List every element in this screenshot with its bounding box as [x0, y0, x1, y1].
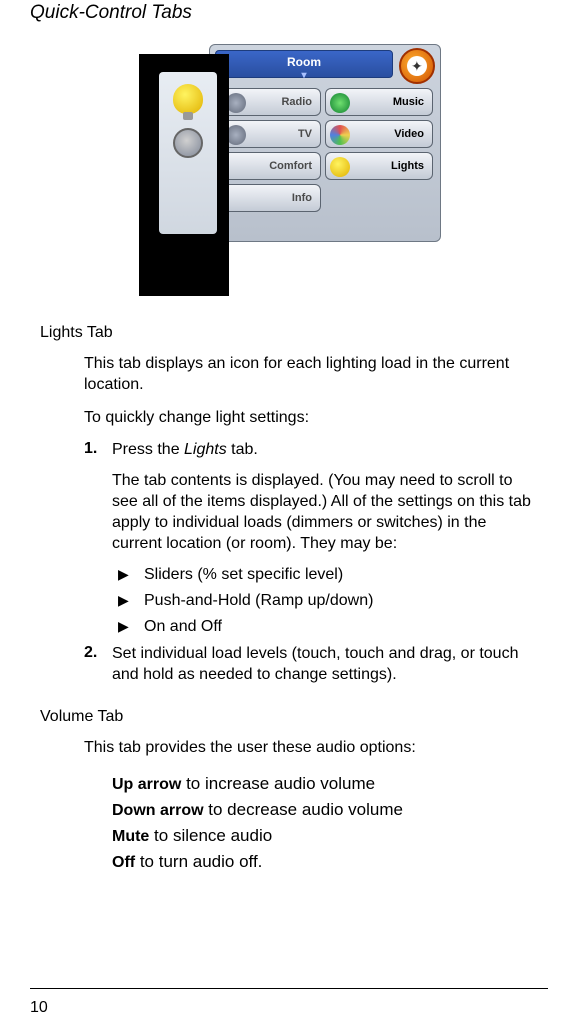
bullet-mark-icon: ▶: [118, 618, 144, 635]
lights-howto: To quickly change light settings:: [84, 408, 538, 429]
radio-button[interactable]: Radio: [221, 88, 321, 116]
step-1-text: Press the Lights tab.: [112, 440, 258, 461]
bulb-small-icon: [330, 157, 350, 177]
info-button[interactable]: Info: [221, 184, 321, 212]
tv-button[interactable]: TV: [221, 120, 321, 148]
step-2-number: 2.: [84, 644, 112, 686]
bullet-2: ▶ Push-and-Hold (Ramp up/down): [118, 592, 548, 610]
bullet-mark-icon: ▶: [118, 592, 144, 609]
step-1-number: 1.: [84, 440, 112, 461]
volume-intro: This tab provides the user these audio o…: [84, 738, 538, 759]
speaker-icon[interactable]: [173, 128, 203, 158]
opt-down: Down arrow to decrease audio volume: [112, 797, 538, 823]
volume-options: Up arrow to increase audio volume Down a…: [112, 771, 538, 875]
video-label: Video: [394, 128, 424, 140]
step-2: 2. Set individual load levels (touch, to…: [84, 644, 538, 686]
room-dropdown[interactable]: Room: [215, 50, 393, 78]
side-tab-overlay: [139, 54, 229, 296]
comfort-label: Comfort: [269, 160, 312, 172]
bullet-3: ▶ On and Off: [118, 618, 548, 636]
page-header: Quick-Control Tabs: [30, 0, 548, 44]
volume-tab-heading: Volume Tab: [40, 708, 548, 726]
step-1: 1. Press the Lights tab.: [84, 440, 538, 461]
video-button[interactable]: Video: [325, 120, 433, 148]
video-icon: [330, 125, 350, 145]
bullet-1: ▶ Sliders (% set specific level): [118, 566, 548, 584]
music-label: Music: [393, 96, 424, 108]
footer-divider: [30, 988, 548, 989]
tv-icon: [226, 125, 246, 145]
radio-icon: [226, 93, 246, 113]
bulb-icon[interactable]: [173, 84, 203, 114]
lights-tab-heading: Lights Tab: [40, 324, 548, 342]
comfort-button[interactable]: Comfort: [221, 152, 321, 180]
clock-icon[interactable]: [399, 48, 435, 84]
music-icon: [330, 93, 350, 113]
device-screenshot: Room Radio TV Comfort Info Music Video L…: [139, 44, 439, 296]
music-button[interactable]: Music: [325, 88, 433, 116]
step-2-text: Set individual load levels (touch, touch…: [112, 644, 538, 686]
step-1-detail: The tab contents is displayed. (You may …: [112, 471, 538, 554]
lights-button[interactable]: Lights: [325, 152, 433, 180]
lights-label: Lights: [391, 160, 424, 172]
radio-label: Radio: [281, 96, 312, 108]
tv-label: TV: [298, 128, 312, 140]
side-tab-panel: [159, 72, 217, 234]
lights-intro: This tab displays an icon for each light…: [84, 354, 538, 396]
bullet-mark-icon: ▶: [118, 566, 144, 583]
opt-mute: Mute to silence audio: [112, 823, 538, 849]
opt-off: Off to turn audio off.: [112, 849, 538, 875]
info-label: Info: [292, 192, 312, 204]
opt-up: Up arrow to increase audio volume: [112, 771, 538, 797]
page-number: 10: [30, 999, 48, 1017]
